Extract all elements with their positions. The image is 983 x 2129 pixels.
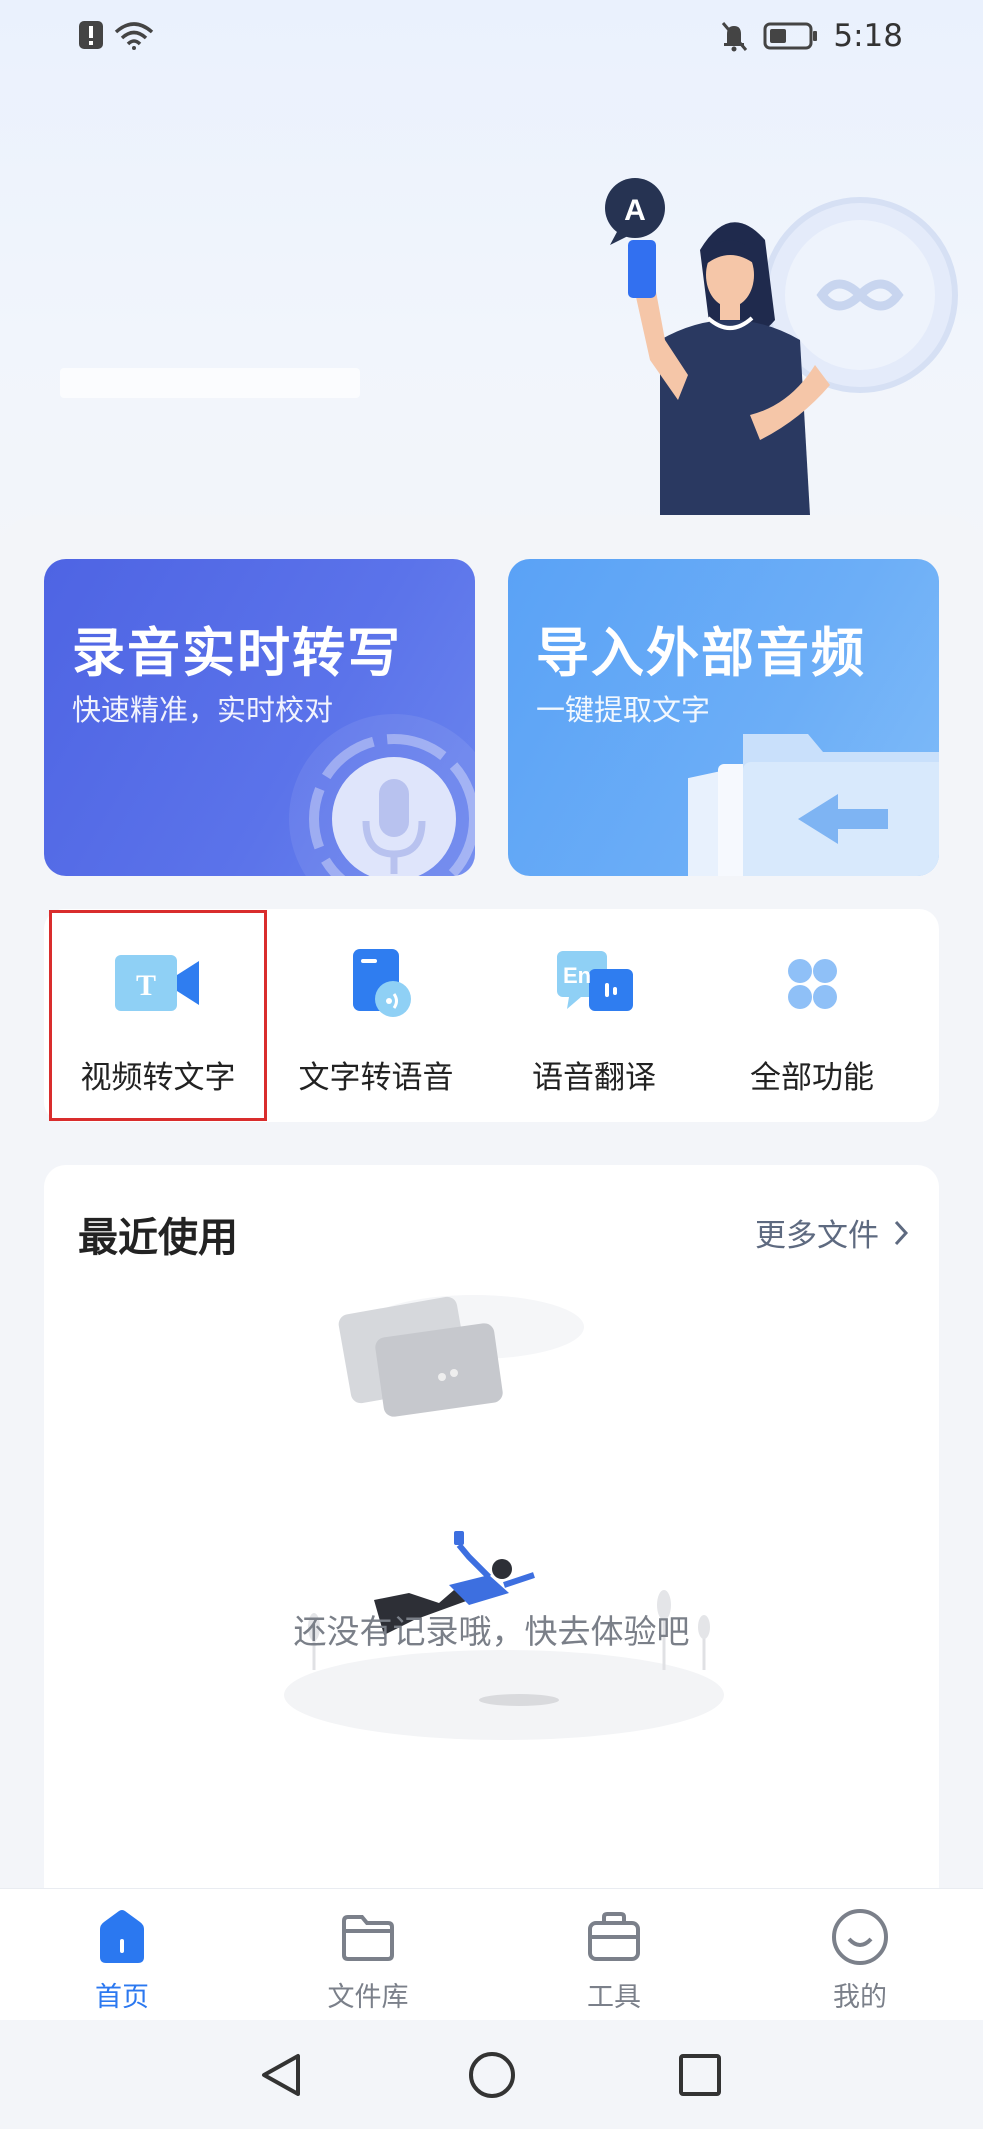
import-card-subtitle: 一键提取文字 (536, 693, 711, 727)
tab-label: 首页 (95, 1982, 149, 2013)
tab-mine[interactable]: 我的 (780, 1889, 940, 2021)
tool-text-to-speech[interactable]: 文字转语音 (266, 909, 486, 1122)
tab-tools[interactable]: 工具 (534, 1889, 694, 2021)
status-time: 5:18 (833, 18, 903, 54)
grid-icon (788, 959, 837, 1009)
recents-icon[interactable] (670, 2050, 730, 2100)
tool-all-functions[interactable]: 全部功能 (702, 909, 922, 1122)
hero-illustration: A (605, 178, 958, 515)
empty-state-text: 还没有记录哦，快去体验吧 (293, 1612, 690, 1651)
import-card-title: 导入外部音频 (536, 623, 866, 684)
tool-label: 语音翻译 (532, 1060, 656, 1096)
bottom-tab-bar: 首页 文件库 工具 我的 (0, 1888, 983, 2021)
import-card[interactable]: 导入外部音频 一键提取文字 (508, 559, 939, 876)
tab-home[interactable]: 首页 (42, 1889, 202, 2021)
folder-tab-icon (342, 1915, 394, 1961)
tab-label: 我的 (833, 1982, 887, 2013)
tool-label: 视频转文字 (80, 1060, 236, 1096)
tool-label: 文字转语音 (298, 1060, 454, 1096)
chevron-right-icon (894, 1220, 909, 1245)
translate-icon: En (557, 951, 633, 1011)
recent-section: 最近使用 更多文件 还没有记录哦，快去体验吧 (44, 1165, 939, 1995)
tools-panel: T 视频转文字 文字转语音 En 语音翻译 全部功能 (44, 909, 939, 1122)
doc-audio-icon (353, 949, 411, 1017)
svg-text:En: En (563, 963, 591, 988)
battery-icon (763, 22, 818, 50)
back-icon[interactable] (252, 2050, 312, 2100)
tab-label: 文件库 (327, 1982, 409, 2013)
tab-file-library[interactable]: 文件库 (288, 1889, 448, 2021)
hero-banner: 5:18 A (0, 0, 983, 560)
microphone-icon (289, 714, 475, 876)
tool-video-to-text[interactable]: T 视频转文字 (48, 909, 268, 1122)
empty-state-illustration (284, 1295, 724, 1740)
more-files-label: 更多文件 (755, 1218, 879, 1254)
tool-label: 全部功能 (750, 1060, 874, 1096)
svg-text:T: T (136, 969, 156, 1002)
toolbox-icon (588, 1912, 640, 1961)
alert-icon (79, 21, 103, 49)
tool-voice-translate[interactable]: En 语音翻译 (484, 909, 704, 1122)
svg-text:A: A (624, 194, 646, 227)
smiley-icon (832, 1909, 888, 1965)
folder-icon (688, 734, 939, 876)
more-files-link[interactable]: 更多文件 (755, 1210, 909, 1255)
wifi-icon (114, 22, 154, 50)
record-card-title: 录音实时转写 (72, 623, 402, 684)
record-card[interactable]: 录音实时转写 快速精准，实时校对 (44, 559, 475, 876)
home-nav-icon[interactable] (462, 2050, 522, 2100)
mute-bell-icon (722, 22, 748, 52)
home-icon (100, 1910, 144, 1963)
system-nav-bar (0, 2020, 983, 2129)
recent-title: 最近使用 (78, 1215, 238, 1261)
status-bar: 5:18 (0, 0, 983, 74)
hero-placeholder (60, 368, 360, 398)
video-text-icon: T (115, 955, 199, 1011)
tab-label: 工具 (587, 1982, 641, 2013)
